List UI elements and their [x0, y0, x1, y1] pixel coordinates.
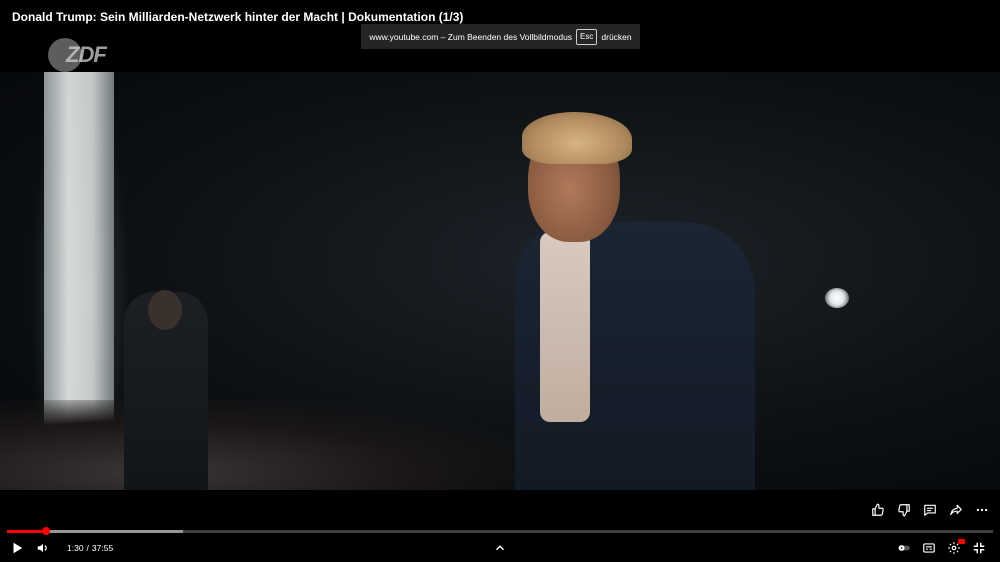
scene-main-figure-shirt	[540, 232, 590, 422]
scene-main-figure-hair	[522, 112, 632, 164]
more-horizontal-icon[interactable]	[974, 502, 990, 518]
progress-scrubber-handle[interactable]	[42, 527, 51, 535]
exit-fullscreen-icon[interactable]	[971, 540, 987, 556]
channel-watermark: ZDF	[48, 38, 118, 72]
hd-badge	[958, 539, 965, 544]
watermark-text: ZDF	[66, 42, 107, 67]
volume-icon[interactable]	[35, 540, 51, 556]
scene-background-person-head	[148, 290, 182, 330]
progress-played	[7, 530, 47, 533]
scene-shrubs	[0, 400, 520, 490]
chevron-up-icon[interactable]	[492, 540, 508, 556]
autoplay-toggle-icon[interactable]	[896, 540, 912, 556]
action-bar	[870, 502, 990, 518]
current-time: 1:30	[67, 543, 84, 553]
video-player[interactable]: Donald Trump: Sein Milliarden-Netzwerk h…	[0, 0, 1000, 562]
thumbs-up-icon[interactable]	[870, 502, 886, 518]
video-frame[interactable]	[0, 72, 1000, 490]
comment-icon[interactable]	[922, 502, 938, 518]
settings-gear-icon[interactable]	[946, 539, 965, 556]
scene-light	[825, 288, 849, 308]
time-display: 1:30/37:55	[67, 543, 113, 553]
scene-pillar	[44, 72, 114, 432]
esc-key-hint: Esc	[576, 28, 598, 45]
thumbs-down-icon[interactable]	[896, 502, 912, 518]
fullscreen-notice-prefix: www.youtube.com – Zum Beenden des Vollbi…	[369, 31, 573, 42]
duration: 37:55	[91, 543, 114, 553]
share-icon[interactable]	[948, 502, 964, 518]
control-bar: 1:30/37:55	[0, 538, 1000, 558]
fullscreen-notice: www.youtube.com – Zum Beenden des Vollbi…	[361, 24, 640, 49]
time-separator: /	[86, 543, 89, 553]
progress-bar[interactable]	[7, 527, 993, 535]
play-icon[interactable]	[9, 540, 25, 556]
video-title[interactable]: Donald Trump: Sein Milliarden-Netzwerk h…	[12, 10, 463, 24]
fullscreen-notice-suffix: drücken	[601, 31, 632, 42]
subtitles-icon[interactable]	[921, 540, 937, 556]
